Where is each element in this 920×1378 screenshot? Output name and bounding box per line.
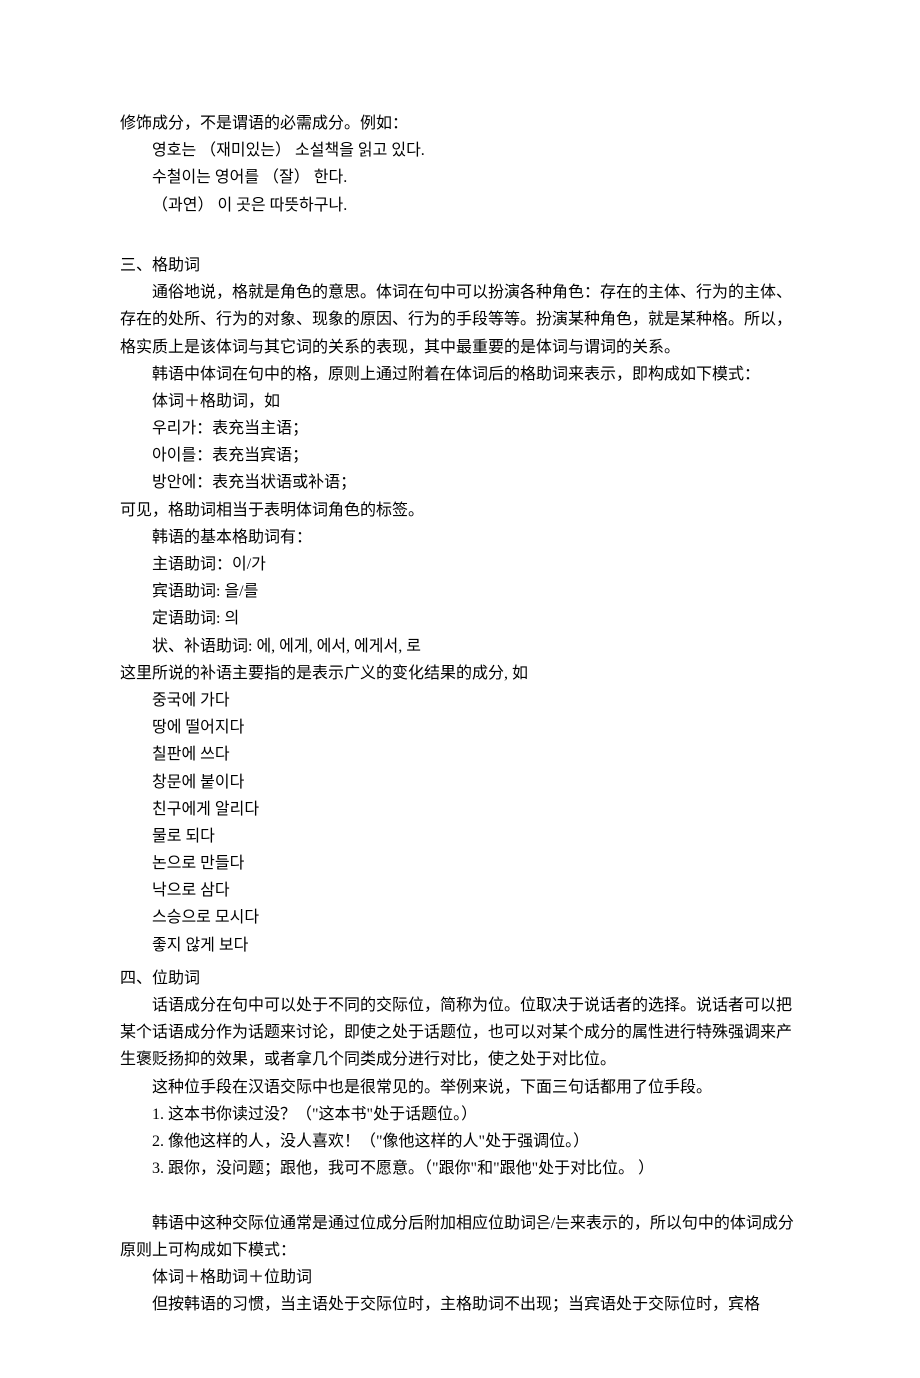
body-text: 体词＋格助词，如 [120, 388, 800, 415]
example-line: 창문에 붙이다 [120, 769, 800, 796]
body-text: 修饰成分，不是谓语的必需成分。例如： [120, 110, 800, 137]
body-text: 通俗地说，格就是角色的意思。体词在句中可以扮演各种角色：存在的主体、行为的主体、… [120, 279, 800, 361]
example-line: 땅에 떨어지다 [120, 714, 800, 741]
example-line: 우리가：表充当主语； [120, 415, 800, 442]
numbered-example: 1. 这本书你读过没？（"这本书"处于话题位。） [120, 1101, 800, 1128]
body-text: 可见，格助词相当于表明体词角色的标签。 [120, 497, 800, 524]
body-text: 韩语中体词在句中的格，原则上通过附着在体词后的格助词来表示，即构成如下模式： [120, 361, 800, 388]
example-line: 낙으로 삼다 [120, 877, 800, 904]
example-line: （과연） 이 곳은 따뜻하구나. [120, 192, 800, 219]
example-line: 방안에：表充当状语或补语； [120, 469, 800, 496]
example-line: 스승으로 모시다 [120, 904, 800, 931]
body-text: 这种位手段在汉语交际中也是很常见的。举例来说，下面三句话都用了位手段。 [120, 1074, 800, 1101]
list-item: 宾语助词: 을/를 [120, 578, 800, 605]
body-text: 体词＋格助词＋位助词 [120, 1264, 800, 1291]
section-heading: 四、位助词 [120, 965, 800, 992]
numbered-example: 3. 跟你，没问题；跟他，我可不愿意。（"跟你"和"跟他"处于对比位。 ） [120, 1155, 800, 1182]
example-line: 중국에 가다 [120, 687, 800, 714]
document-page: 修饰成分，不是谓语的必需成分。例如： 영호는 （재미있는） 소설책을 읽고 있다… [0, 0, 920, 1378]
body-text: 但按韩语的习惯，当主语处于交际位时，主格助词不出现；当宾语处于交际位时，宾格 [120, 1291, 800, 1318]
body-text: 这里所说的补语主要指的是表示广义的变化结果的成分, 如 [120, 660, 800, 687]
example-line: 아이를：表充当宾语； [120, 442, 800, 469]
numbered-example: 2. 像他这样的人，没人喜欢！（"像他这样的人"处于强调位。） [120, 1128, 800, 1155]
body-text: 韩语中这种交际位通常是通过位成分后附加相应位助词은/는来表示的，所以句中的体词成… [120, 1210, 800, 1264]
list-item: 定语助词: 의 [120, 605, 800, 632]
example-line: 물로 되다 [120, 823, 800, 850]
blank-line [120, 219, 800, 246]
body-text: 韩语的基本格助词有： [120, 524, 800, 551]
body-text: 话语成分在句中可以处于不同的交际位，简称为位。位取决于说话者的选择。说话者可以把… [120, 992, 800, 1074]
list-item: 主语助词：이/가 [120, 551, 800, 578]
example-line: 수철이는 영어를 （잘） 한다. [120, 164, 800, 191]
example-line: 영호는 （재미있는） 소설책을 읽고 있다. [120, 137, 800, 164]
example-line: 논으로 만들다 [120, 850, 800, 877]
example-line: 좋지 않게 보다 [120, 932, 800, 959]
example-line: 칠판에 쓰다 [120, 741, 800, 768]
example-line: 친구에게 알리다 [120, 796, 800, 823]
section-heading: 三、格助词 [120, 252, 800, 279]
blank-line [120, 1182, 800, 1209]
list-item: 状、补语助词: 에, 에게, 에서, 에게서, 로 [120, 633, 800, 660]
